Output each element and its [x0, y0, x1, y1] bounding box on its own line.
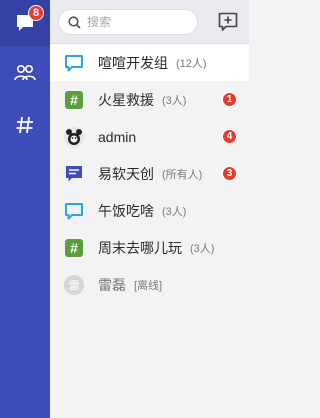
- conversation-item[interactable]: # 火星救援 (3人) 1: [50, 81, 249, 118]
- conversation-name: 喧喧开发组: [98, 54, 168, 71]
- conversation-item[interactable]: admin 4: [50, 118, 249, 155]
- conversation-item[interactable]: 午饭吃啥 (3人): [50, 192, 249, 229]
- hash-icon: #: [64, 90, 84, 110]
- rail-messages-button[interactable]: 8: [0, 0, 50, 46]
- status-label: [离线]: [134, 279, 163, 292]
- unread-badge: 3: [222, 166, 237, 181]
- member-count: (12人): [176, 57, 207, 70]
- unread-badge: 4: [222, 129, 237, 144]
- conversation-item[interactable]: 喧喧开发组 (12人): [50, 44, 249, 81]
- avatar: 雷: [64, 274, 84, 295]
- hash-icon: #: [64, 238, 84, 258]
- member-count: (3人): [162, 205, 187, 218]
- conversation-item[interactable]: 雷 雷磊 [离线]: [50, 266, 249, 303]
- contacts-icon: [14, 64, 36, 81]
- conversation-item[interactable]: # 周末去哪儿玩 (3人): [50, 229, 249, 266]
- avatar: [64, 126, 84, 147]
- conversation-name: 周末去哪儿玩: [98, 239, 182, 256]
- new-chat-button[interactable]: [216, 10, 240, 34]
- conversation-name: 火星救援: [98, 91, 154, 108]
- list-chat-icon: [64, 164, 84, 184]
- conversation-list: 喧喧开发组 (12人) # 火星救援 (3人) 1 admin 4 易软天创 (…: [50, 44, 249, 303]
- nav-rail: 8: [0, 0, 50, 418]
- conversation-name: 午饭吃啥: [98, 202, 154, 219]
- chat-bubble-icon: [64, 53, 84, 73]
- rail-contacts-button[interactable]: [0, 50, 50, 96]
- unread-badge: 1: [222, 92, 237, 107]
- rail-channels-button[interactable]: [0, 102, 50, 148]
- conversation-item[interactable]: 易软天创 (所有人) 3: [50, 155, 249, 192]
- hash-icon: [16, 116, 33, 134]
- member-count: (3人): [190, 242, 215, 255]
- conversation-name: 易软天创: [98, 165, 154, 182]
- conversation-name: admin: [98, 128, 137, 145]
- search-input[interactable]: [87, 15, 187, 29]
- unread-badge: 8: [28, 5, 44, 21]
- avatar-initial: 雷: [64, 274, 84, 295]
- search-icon: [68, 15, 81, 29]
- member-count: (3人): [162, 94, 187, 107]
- header-bar: [50, 0, 249, 44]
- add-chat-icon: [218, 12, 238, 31]
- conversation-name: 雷磊: [98, 276, 126, 293]
- member-count: (所有人): [162, 168, 203, 181]
- chat-bubble-icon: [64, 201, 84, 221]
- search-box[interactable]: [58, 9, 198, 35]
